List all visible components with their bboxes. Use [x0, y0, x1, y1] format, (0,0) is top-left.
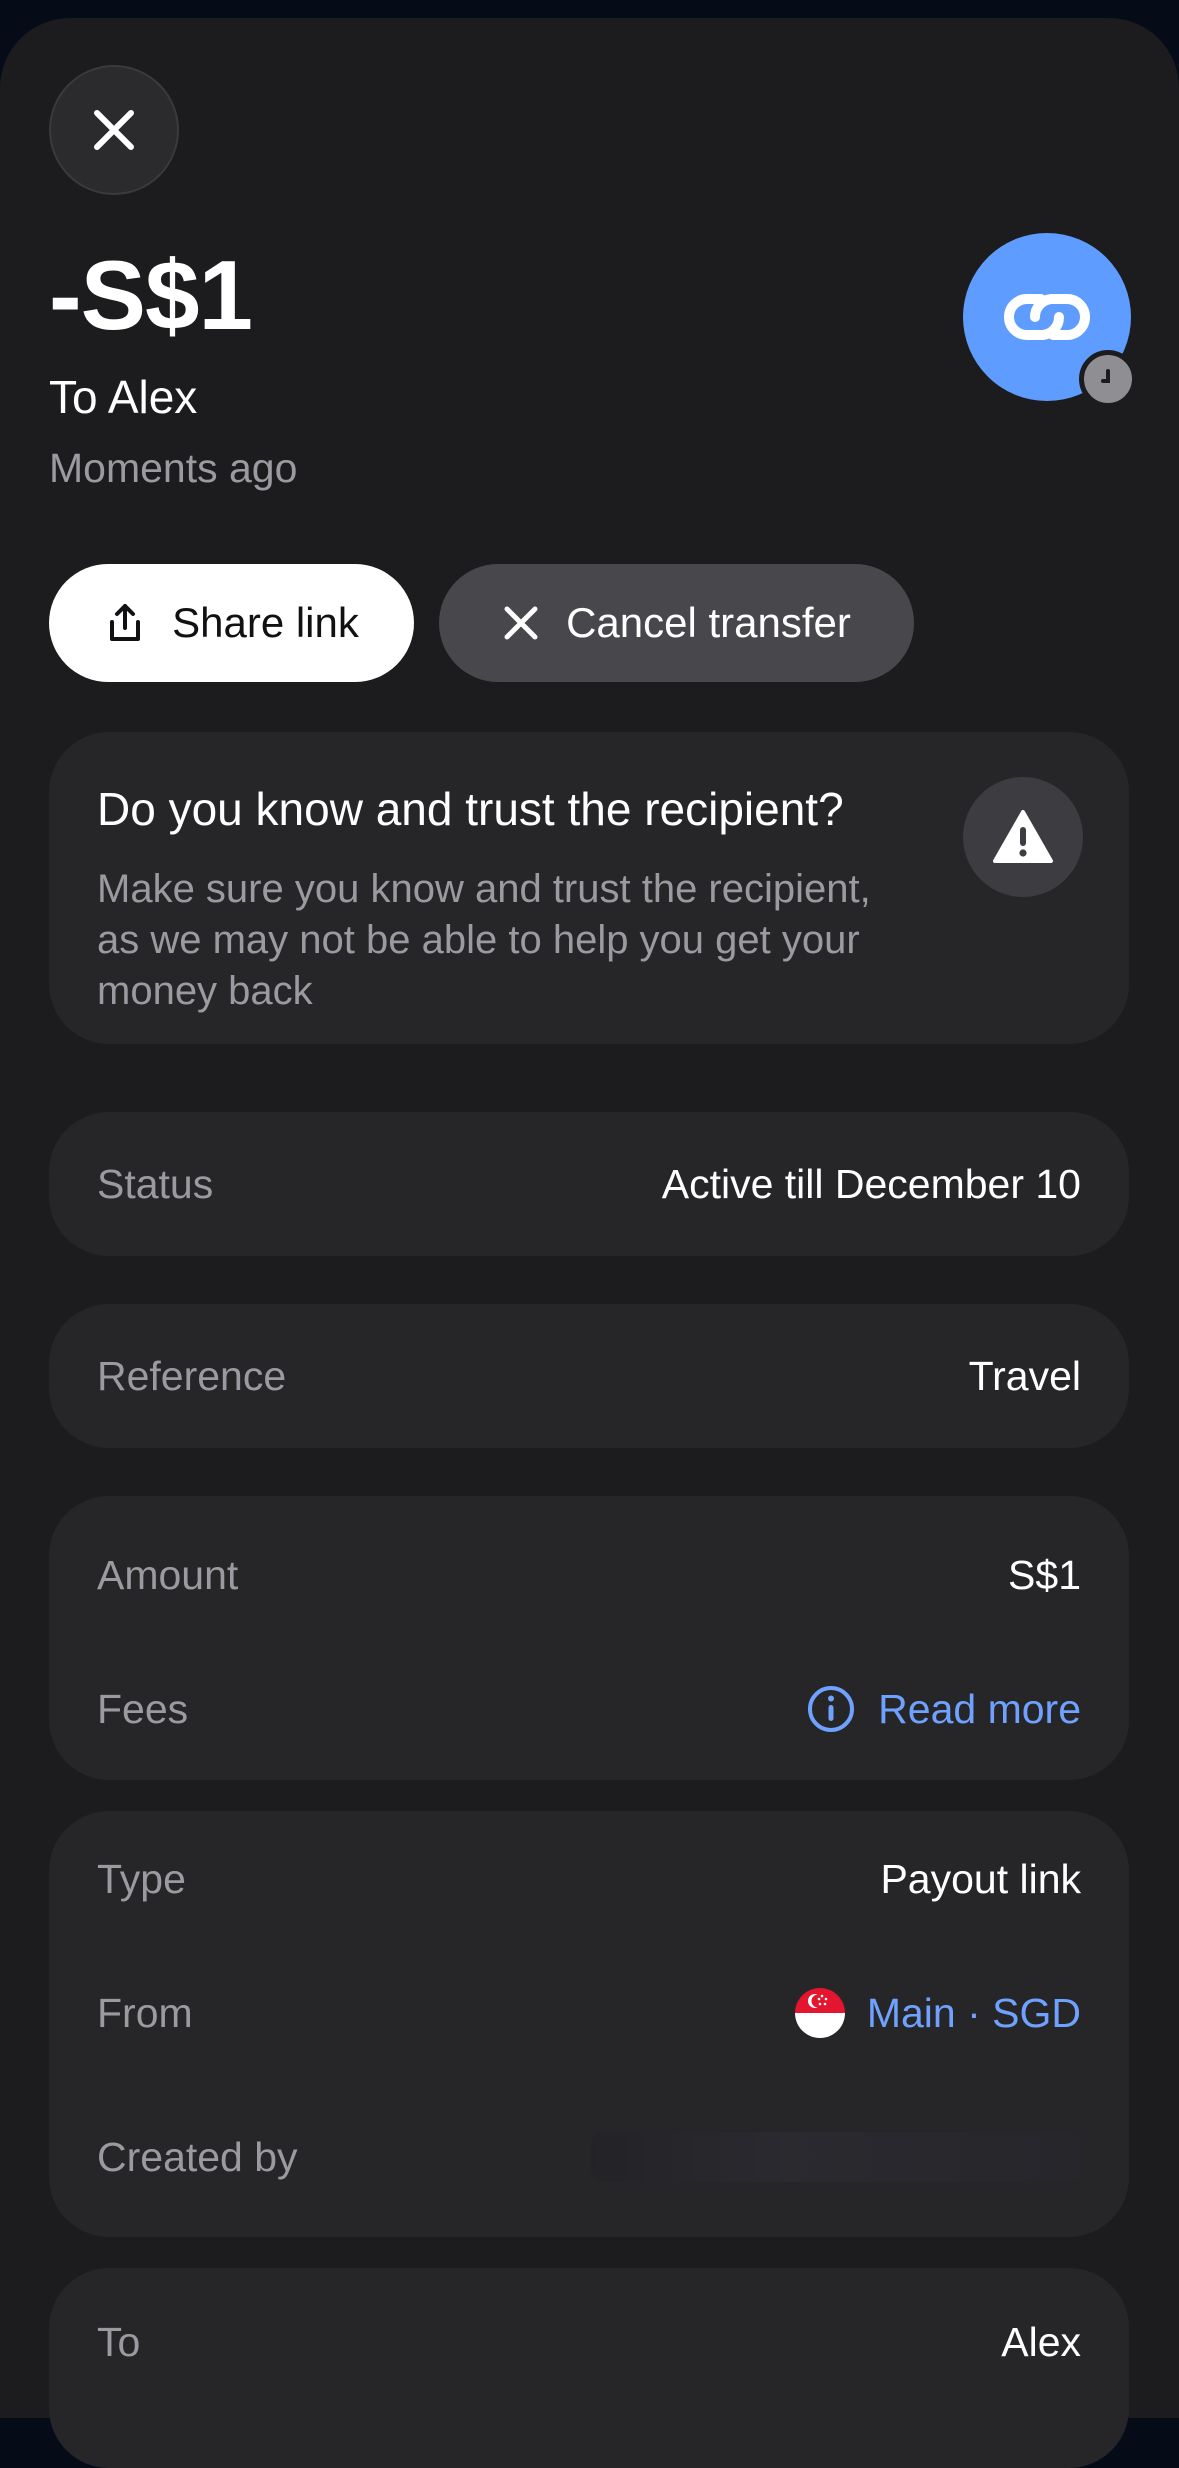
created-by-redacted [591, 2132, 1081, 2182]
type-label: Type [97, 1855, 186, 1902]
trust-warning-card: Do you know and trust the recipient? Mak… [49, 732, 1129, 1044]
status-value: Active till December 10 [661, 1160, 1081, 1207]
transfer-detail-sheet: -S$1 To Alex Moments ago Share link Canc… [0, 18, 1179, 2468]
reference-value: Travel [968, 1352, 1081, 1399]
status-label: Status [97, 1160, 214, 1207]
close-button[interactable] [49, 65, 179, 195]
warning-body: Make sure you know and trust the recipie… [97, 867, 871, 1013]
reference-row: Reference Travel [97, 1346, 1081, 1406]
reference-card: Reference Travel [49, 1304, 1129, 1448]
reference-label: Reference [97, 1352, 287, 1399]
singapore-flag-icon [794, 1988, 845, 2038]
from-account-link[interactable]: Main · SGD [794, 1988, 1081, 2038]
transfer-time: Moments ago [49, 445, 298, 491]
clock-icon [1101, 369, 1110, 383]
warning-triangle-icon [993, 810, 1053, 863]
cancel-transfer-button[interactable]: Cancel transfer [439, 564, 914, 682]
fees-row: Fees Read more [97, 1679, 1081, 1739]
created-by-label: Created by [97, 2133, 298, 2180]
amount-row: Amount S$1 [97, 1545, 1081, 1605]
status-row: Status Active till December 10 [97, 1154, 1081, 1214]
info-icon [808, 1686, 855, 1732]
from-label: From [97, 1989, 193, 2036]
warning-icon-container [963, 777, 1083, 897]
recipient-line: To Alex [49, 371, 198, 423]
to-row: To Alex [97, 2312, 1081, 2372]
to-card: To Alex [49, 2268, 1129, 2468]
type-value: Payout link [880, 1855, 1081, 1902]
type-row: Type Payout link [97, 1849, 1081, 1909]
share-link-button[interactable]: Share link [49, 564, 414, 682]
status-card: Status Active till December 10 [49, 1112, 1129, 1256]
fees-read-more-link[interactable]: Read more [806, 1684, 1081, 1734]
fees-label: Fees [97, 1685, 189, 1732]
from-account-value: Main · SGD [866, 1989, 1081, 2036]
read-more-label: Read more [878, 1685, 1081, 1732]
share-link-label: Share link [172, 599, 359, 646]
from-row: From Main · SGD [97, 1983, 1081, 2043]
amount-value: S$1 [1008, 1551, 1081, 1598]
to-label: To [97, 2318, 141, 2365]
transfer-amount: -S$1 [49, 240, 253, 350]
amount-label: Amount [97, 1551, 239, 1598]
link-icon [1004, 294, 1090, 340]
warning-title: Do you know and trust the recipient? [97, 783, 844, 835]
close-icon [94, 110, 134, 150]
to-value: Alex [1001, 2318, 1081, 2365]
share-icon [110, 604, 141, 641]
created-by-row: Created by [97, 2127, 1081, 2187]
amount-card: Amount S$1 Fees Read more [49, 1496, 1129, 1780]
pending-clock-badge [1079, 350, 1137, 408]
transfer-info-card: Type Payout link From Main · SGD Created… [49, 1811, 1129, 2237]
cancel-transfer-label: Cancel transfer [566, 599, 851, 646]
x-icon [504, 606, 538, 640]
